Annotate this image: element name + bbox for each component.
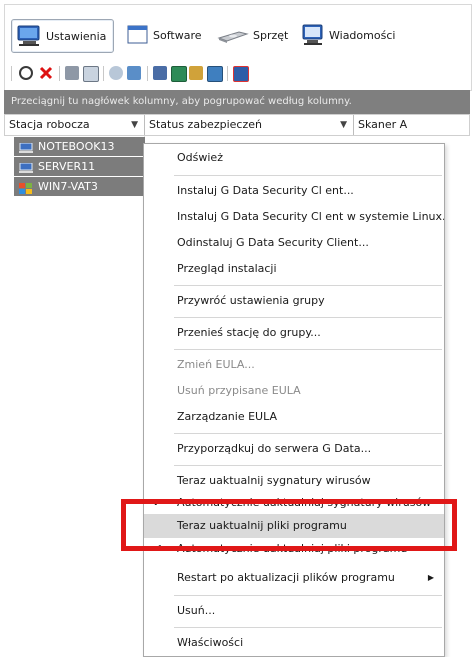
menu-item-delete[interactable]: Usuń...: [144, 599, 444, 623]
table-row[interactable]: SERVER11: [14, 157, 145, 176]
station-name: SERVER11: [38, 160, 96, 173]
monitor-icon[interactable]: [233, 66, 249, 82]
menu-separator: [174, 595, 442, 596]
toolbar-separator: [59, 66, 60, 81]
menu-item-update-signatures-now[interactable]: Teraz uaktualnij sygnatury wirusów: [144, 469, 444, 493]
toolbar-separator: [227, 66, 228, 81]
network-icon[interactable]: [207, 66, 223, 82]
print-preview-icon[interactable]: [83, 66, 99, 82]
menu-item-label: Usuń...: [177, 604, 216, 617]
menu-item-manage-eula[interactable]: Zarządzanie EULA: [144, 405, 444, 429]
filter-icon[interactable]: ▼: [131, 115, 138, 135]
table-row[interactable]: WIN7-VAT3: [14, 177, 145, 196]
menu-item-change-eula: Zmień EULA...: [144, 353, 444, 377]
submenu-arrow-icon: ▶: [427, 573, 434, 582]
column-header-skaner[interactable]: Skaner A: [354, 115, 469, 135]
menu-item-label: Teraz uaktualnij sygnatury wirusów: [177, 474, 371, 487]
column-header-row: Stacja robocza ▼ Status zabezpieczeń ▼ S…: [4, 114, 470, 136]
menu-item-label: Odśwież: [177, 151, 223, 164]
menu-item-properties[interactable]: Właściwości: [144, 631, 444, 655]
print-icon[interactable]: [65, 66, 79, 80]
menu-item-label: Właściwości: [177, 636, 244, 649]
menu-separator: [174, 175, 442, 176]
reload-icon[interactable]: [109, 66, 123, 80]
toolbar: [4, 58, 472, 91]
tab-label: Ustawienia: [46, 29, 107, 43]
tab-wiadomosci[interactable]: Wiadomości: [301, 19, 395, 51]
menu-item-label: Zarządzanie EULA: [177, 410, 278, 423]
tab-label: Wiadomości: [329, 28, 396, 42]
menu-item-label: Przywróć ustawienia grupy: [177, 294, 325, 307]
menu-item-label: Instaluj G Data Security Cl ent w system…: [177, 210, 444, 223]
menu-separator: [174, 317, 442, 318]
menu-item-label: Restart po aktualizacji plików programu: [177, 571, 395, 584]
filter-icon[interactable]: ▼: [340, 115, 347, 135]
admin-window: Ustawienia Software Sprzęt Wiadomości Pr…: [0, 0, 474, 657]
station-name: NOTEBOOK13: [38, 140, 115, 153]
column-header-status[interactable]: Status zabezpieczeń ▼: [145, 115, 353, 135]
menu-item-label: Przegląd instalacji: [177, 262, 277, 275]
tab-label: Sprzęt: [253, 28, 289, 42]
table-row[interactable]: NOTEBOOK13: [14, 137, 145, 156]
toolbar-separator: [103, 66, 104, 81]
install-icon[interactable]: [153, 66, 167, 80]
toolbar-separator: [147, 66, 148, 81]
cd-drive-icon: [217, 24, 249, 46]
tab-sprzet[interactable]: Sprzęt: [217, 19, 288, 51]
context-menu: Odśwież Instaluj G Data Security Cl ent.…: [143, 143, 445, 657]
windows-icon: [19, 181, 33, 194]
menu-item-move-to-group[interactable]: Przenieś stację do grupy...: [144, 321, 444, 345]
menu-item-odswiez[interactable]: Odśwież: [144, 146, 444, 170]
toolbar-separator: [11, 66, 12, 81]
group-by-area[interactable]: Przeciągnij tu nagłówek kolumny, aby pog…: [4, 90, 470, 114]
refresh-icon[interactable]: [19, 66, 33, 80]
menu-item-label: Usuń przypisane EULA: [177, 384, 301, 397]
menu-item-restore-group-settings[interactable]: Przywróć ustawienia grupy: [144, 289, 444, 313]
menu-separator: [174, 465, 442, 466]
tab-label: Software: [153, 28, 202, 42]
station-grid: NOTEBOOK13 SERVER11 WIN7-VAT3: [4, 136, 145, 657]
column-label: Status zabezpieczeń: [149, 118, 262, 131]
tab-software[interactable]: Software: [127, 19, 202, 51]
menu-item-remove-eula: Usuń przypisane EULA: [144, 379, 444, 403]
menu-item-label: Przyporządkuj do serwera G Data...: [177, 442, 372, 455]
annotation-highlight-box: [121, 499, 457, 551]
station-name: WIN7-VAT3: [38, 180, 98, 193]
workstation-icon: [16, 25, 42, 47]
menu-item-install-client[interactable]: Instaluj G Data Security Cl ent...: [144, 179, 444, 203]
menu-item-install-client-linux[interactable]: Instaluj G Data Security Cl ent w system…: [144, 205, 444, 229]
tab-ustawienia[interactable]: Ustawienia: [11, 19, 115, 53]
menu-item-label: Odinstaluj G Data Security Client...: [177, 236, 369, 249]
window-icon: [127, 24, 149, 46]
message-icon: [301, 24, 325, 46]
menu-separator: [174, 627, 442, 628]
column-label: Skaner A: [358, 118, 408, 131]
menu-item-install-overview[interactable]: Przegląd instalacji: [144, 257, 444, 281]
menu-separator: [174, 433, 442, 434]
notebook-icon: [19, 141, 33, 153]
module-tabstrip: Ustawienia Software Sprzęt Wiadomości: [4, 4, 472, 59]
menu-item-label: Zmień EULA...: [177, 358, 255, 371]
menu-item-assign-server[interactable]: Przyporządkuj do serwera G Data...: [144, 437, 444, 461]
shield-icon[interactable]: [127, 66, 141, 80]
menu-item-restart-after-update[interactable]: Restart po aktualizacji plików programu …: [144, 566, 444, 590]
menu-item-label: Przenieś stację do grupy...: [177, 326, 321, 339]
column-label: Stacja robocza: [9, 118, 90, 131]
menu-separator: [174, 349, 442, 350]
grid-icon[interactable]: [171, 66, 187, 82]
server-icon: [19, 161, 33, 173]
delete-icon[interactable]: [39, 66, 53, 80]
menu-item-label: Instaluj G Data Security Cl ent...: [177, 184, 354, 197]
menu-separator: [174, 285, 442, 286]
tool-icon[interactable]: [189, 66, 203, 80]
menu-item-uninstall-client[interactable]: Odinstaluj G Data Security Client...: [144, 231, 444, 255]
column-header-stacja[interactable]: Stacja robocza ▼: [5, 115, 144, 135]
